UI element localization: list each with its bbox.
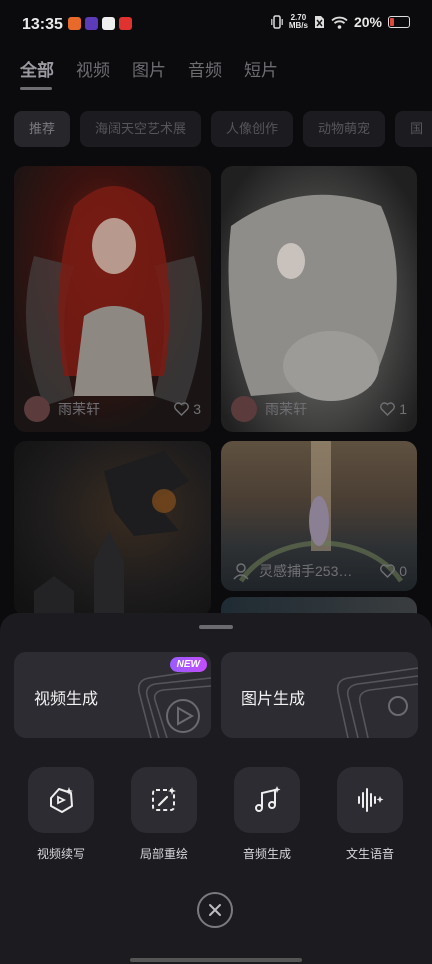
music-note-icon bbox=[255, 786, 281, 812]
author-name: 雨茉轩 bbox=[265, 401, 307, 417]
close-icon bbox=[209, 904, 221, 916]
inpaint-icon bbox=[152, 787, 176, 811]
app-notification-icon bbox=[85, 17, 98, 30]
tab-video[interactable]: 视频 bbox=[76, 56, 110, 81]
chip-portrait[interactable]: 人像创作 bbox=[211, 111, 294, 147]
sound-wave-icon bbox=[358, 788, 384, 812]
home-indicator[interactable] bbox=[130, 958, 302, 962]
status-time: 13:35 bbox=[22, 16, 63, 33]
author-name: 雨茉轩 bbox=[58, 401, 100, 417]
image-generate-label: 图片生成 bbox=[241, 691, 306, 708]
sheet-drag-handle[interactable] bbox=[199, 625, 233, 629]
vibrate-icon bbox=[271, 15, 283, 29]
video-continue-icon bbox=[50, 787, 73, 813]
close-button[interactable] bbox=[197, 892, 233, 928]
app-notification-icon bbox=[102, 17, 115, 30]
battery-icon bbox=[388, 16, 410, 28]
chip-recommend[interactable]: 推荐 bbox=[14, 111, 71, 147]
video-generate-button[interactable]: 视频生成 NEW bbox=[14, 652, 211, 738]
artwork-image bbox=[228, 194, 397, 401]
tab-audio[interactable]: 音频 bbox=[188, 56, 222, 81]
heart-icon bbox=[174, 402, 190, 416]
image-frame-icon bbox=[336, 667, 418, 738]
tool-inpaint[interactable]: 局部重绘 bbox=[124, 767, 204, 862]
heart-icon bbox=[380, 402, 396, 416]
feed-card[interactable]: 雨茉轩 1 bbox=[221, 166, 417, 432]
battery-percent: 20% bbox=[353, 14, 382, 30]
tool-audio-generate[interactable]: 音频生成 bbox=[227, 767, 307, 862]
no-sim-icon bbox=[314, 16, 324, 28]
tab-image[interactable]: 图片 bbox=[132, 56, 166, 81]
author-name: 灵感捕手253… bbox=[259, 563, 353, 579]
create-bottom-sheet: 视频生成 NEW 图片生成 视频续写 局部重绘 音频生成 文生语音 bbox=[0, 613, 432, 964]
status-bar: 13:35 2.70 MB/s 20% bbox=[0, 0, 432, 50]
tool-label: 音频生成 bbox=[242, 847, 291, 861]
new-badge: NEW bbox=[169, 657, 207, 672]
video-generate-label: 视频生成 bbox=[34, 691, 99, 708]
chip-pets[interactable]: 动物萌宠 bbox=[303, 111, 386, 147]
tab-all[interactable]: 全部 bbox=[20, 56, 54, 81]
feed-card[interactable]: 灵感捕手253… 0 bbox=[221, 441, 417, 591]
category-chips: 推荐 海阔天空艺术展 人像创作 动物萌宠 国 bbox=[14, 111, 432, 147]
wifi-icon bbox=[331, 16, 348, 29]
author-avatar bbox=[24, 396, 50, 422]
user-icon bbox=[233, 563, 249, 580]
network-speed: 2.70 MB/s bbox=[288, 13, 308, 30]
artwork-image bbox=[26, 186, 202, 406]
chip-more[interactable]: 国 bbox=[395, 111, 432, 147]
like-count[interactable]: 1 bbox=[380, 401, 407, 417]
active-tab-indicator bbox=[20, 87, 52, 90]
tool-label: 文生语音 bbox=[345, 847, 394, 861]
tab-short-film[interactable]: 短片 bbox=[244, 56, 278, 81]
app-notification-icon bbox=[119, 17, 132, 30]
notification-icons bbox=[68, 17, 132, 30]
heart-icon bbox=[380, 564, 396, 578]
tool-label: 局部重绘 bbox=[139, 847, 188, 861]
artwork-image bbox=[34, 451, 189, 616]
image-generate-button[interactable]: 图片生成 bbox=[221, 652, 418, 738]
tool-text-to-speech[interactable]: 文生语音 bbox=[330, 767, 410, 862]
feed-card[interactable] bbox=[14, 441, 211, 616]
tool-label: 视频续写 bbox=[36, 847, 85, 861]
chip-art-exhibition[interactable]: 海阔天空艺术展 bbox=[80, 111, 202, 147]
content-type-tabs: 全部 视频 图片 音频 短片 bbox=[20, 56, 278, 81]
like-count[interactable]: 0 bbox=[380, 563, 407, 579]
feed-card[interactable]: 雨茉轩 3 bbox=[14, 166, 211, 432]
tool-video-continue[interactable]: 视频续写 bbox=[21, 767, 101, 862]
like-count[interactable]: 3 bbox=[174, 401, 201, 417]
app-notification-icon bbox=[68, 17, 81, 30]
author-avatar bbox=[231, 396, 257, 422]
